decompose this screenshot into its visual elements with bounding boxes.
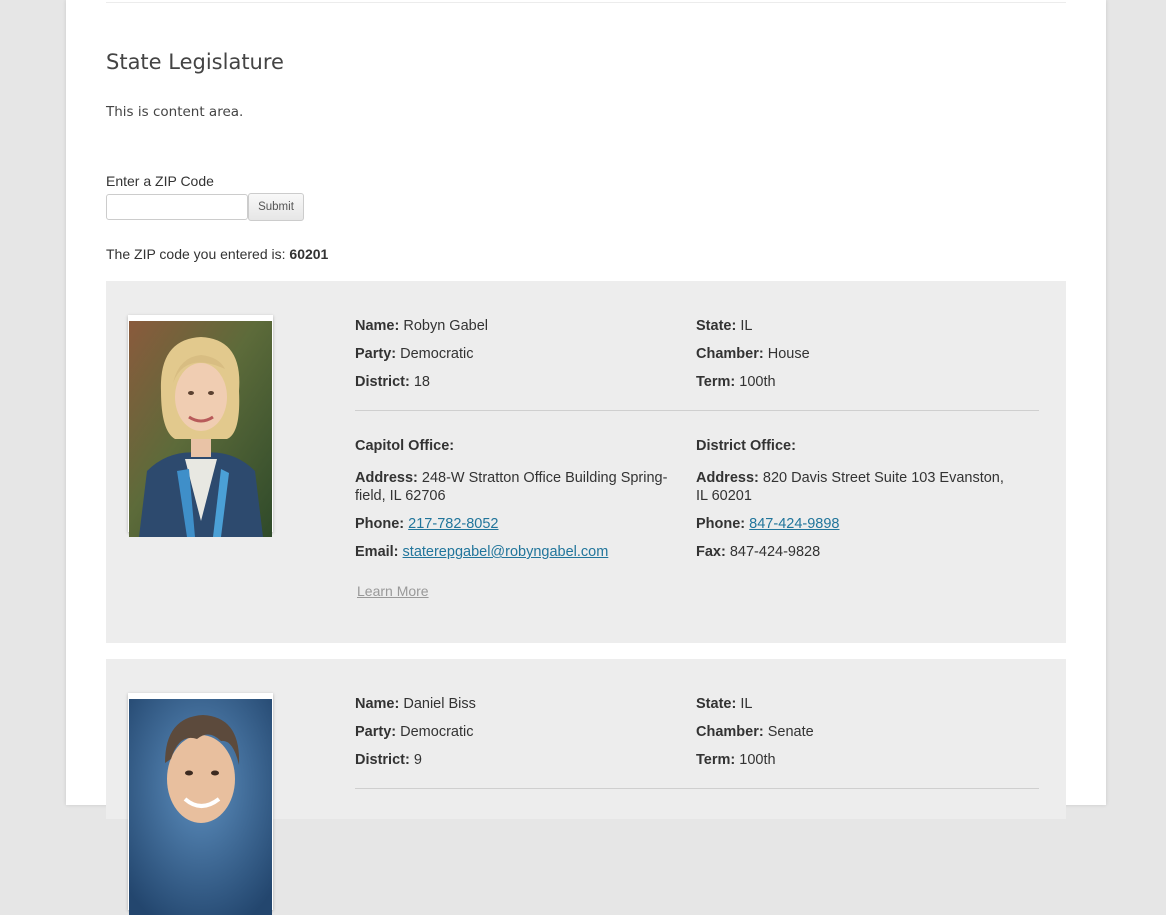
district-address-line2: IL 60201 — [696, 488, 752, 504]
name-value: Robyn Gabel — [403, 318, 488, 334]
district-phone-row: Phone: 847-424-9898 — [696, 515, 839, 533]
info-divider — [355, 788, 1039, 789]
zip-result-prefix: The ZIP code you entered is: — [106, 246, 286, 262]
term-value: 100th — [739, 752, 776, 768]
party-value: Democratic — [400, 346, 474, 362]
page-title: State Legislature — [106, 50, 284, 74]
capitol-email-label: Email: — [355, 544, 399, 560]
chamber-row: Chamber: House — [696, 345, 810, 363]
capitol-address-row: Address: 248-W Stratton Office Building … — [355, 469, 667, 487]
district-office-heading: District Office: — [696, 437, 796, 455]
district-value: 9 — [413, 752, 422, 768]
capitol-phone-label: Phone: — [355, 516, 405, 532]
state-label: State: — [696, 318, 737, 334]
party-value: Democratic — [400, 724, 474, 740]
capitol-phone-link[interactable]: 217-782-8052 — [408, 516, 498, 532]
name-row: Name: Daniel Biss — [355, 695, 476, 713]
chamber-row: Chamber: Senate — [696, 723, 814, 741]
state-value: IL — [740, 696, 753, 712]
district-value: 18 — [413, 374, 430, 390]
name-row: Name: Robyn Gabel — [355, 317, 488, 335]
term-value: 100th — [739, 374, 776, 390]
district-row: District: 9 — [355, 751, 422, 769]
chamber-label: Chamber: — [696, 346, 764, 362]
district-fax-row: Fax: 847-424-9828 — [696, 543, 820, 561]
chamber-value: House — [767, 346, 810, 362]
district-row: District: 18 — [355, 373, 430, 391]
capitol-email-link[interactable]: staterepgabel@robyngabel.com — [403, 544, 609, 560]
legislator-card: Name: Robyn Gabel Party: Democratic Dist… — [106, 281, 1066, 643]
name-label: Name: — [355, 696, 400, 712]
capitol-address-line2: field, IL 62706 — [355, 488, 446, 504]
capitol-address-line2-row: field, IL 62706 — [355, 487, 446, 505]
state-row: State: IL — [696, 695, 752, 713]
chamber-value: Senate — [767, 724, 814, 740]
term-row: Term: 100th — [696, 373, 776, 391]
capitol-phone-row: Phone: 217-782-8052 — [355, 515, 498, 533]
portrait-woman-image — [129, 321, 272, 537]
party-label: Party: — [355, 724, 397, 740]
legislator-photo — [128, 693, 273, 915]
capitol-office-label: Capitol Office: — [355, 438, 455, 454]
state-label: State: — [696, 696, 737, 712]
district-address-line1: 820 Davis Street Suite 103 Evanston, — [762, 470, 1004, 486]
term-label: Term: — [696, 752, 736, 768]
district-phone-label: Phone: — [696, 516, 746, 532]
state-row: State: IL — [696, 317, 752, 335]
top-divider — [106, 2, 1066, 3]
learn-more-link[interactable]: Learn More — [357, 583, 429, 599]
zip-label: Enter a ZIP Code — [106, 173, 214, 189]
term-row: Term: 100th — [696, 751, 776, 769]
legislator-photo — [128, 315, 273, 537]
zip-result: The ZIP code you entered is: 60201 — [106, 246, 328, 262]
district-fax-label: Fax: — [696, 544, 726, 560]
district-office-label: District Office: — [696, 438, 796, 454]
district-phone-link[interactable]: 847-424-9898 — [749, 516, 839, 532]
party-row: Party: Democratic — [355, 345, 473, 363]
district-fax-value: 847-424-9828 — [729, 544, 821, 560]
zip-result-value: 60201 — [289, 246, 329, 262]
name-value: Daniel Biss — [403, 696, 476, 712]
content-page: State Legislature This is content area. … — [66, 0, 1106, 915]
intro-text: This is content area. — [106, 104, 244, 120]
name-label: Name: — [355, 318, 400, 334]
info-divider — [355, 410, 1039, 411]
capitol-address-label: Address: — [355, 470, 418, 486]
district-address-line2-row: IL 60201 — [696, 487, 752, 505]
submit-button[interactable]: Submit — [248, 193, 304, 221]
district-address-label: Address: — [696, 470, 759, 486]
capitol-email-row: Email: staterepgabel@robyngabel.com — [355, 543, 608, 561]
district-label: District: — [355, 752, 410, 768]
district-address-row: Address: 820 Davis Street Suite 103 Evan… — [696, 469, 1004, 487]
legislator-card: Name: Daniel Biss Party: Democratic Dist… — [106, 659, 1066, 915]
capitol-office-heading: Capitol Office: — [355, 437, 454, 455]
state-value: IL — [740, 318, 753, 334]
capitol-address-line1: 248-W Stratton Office Building Spring- — [421, 470, 668, 486]
portrait-man-image — [129, 699, 272, 915]
term-label: Term: — [696, 374, 736, 390]
party-row: Party: Democratic — [355, 723, 473, 741]
zip-input[interactable] — [106, 194, 248, 220]
chamber-label: Chamber: — [696, 724, 764, 740]
party-label: Party: — [355, 346, 397, 362]
district-label: District: — [355, 374, 410, 390]
